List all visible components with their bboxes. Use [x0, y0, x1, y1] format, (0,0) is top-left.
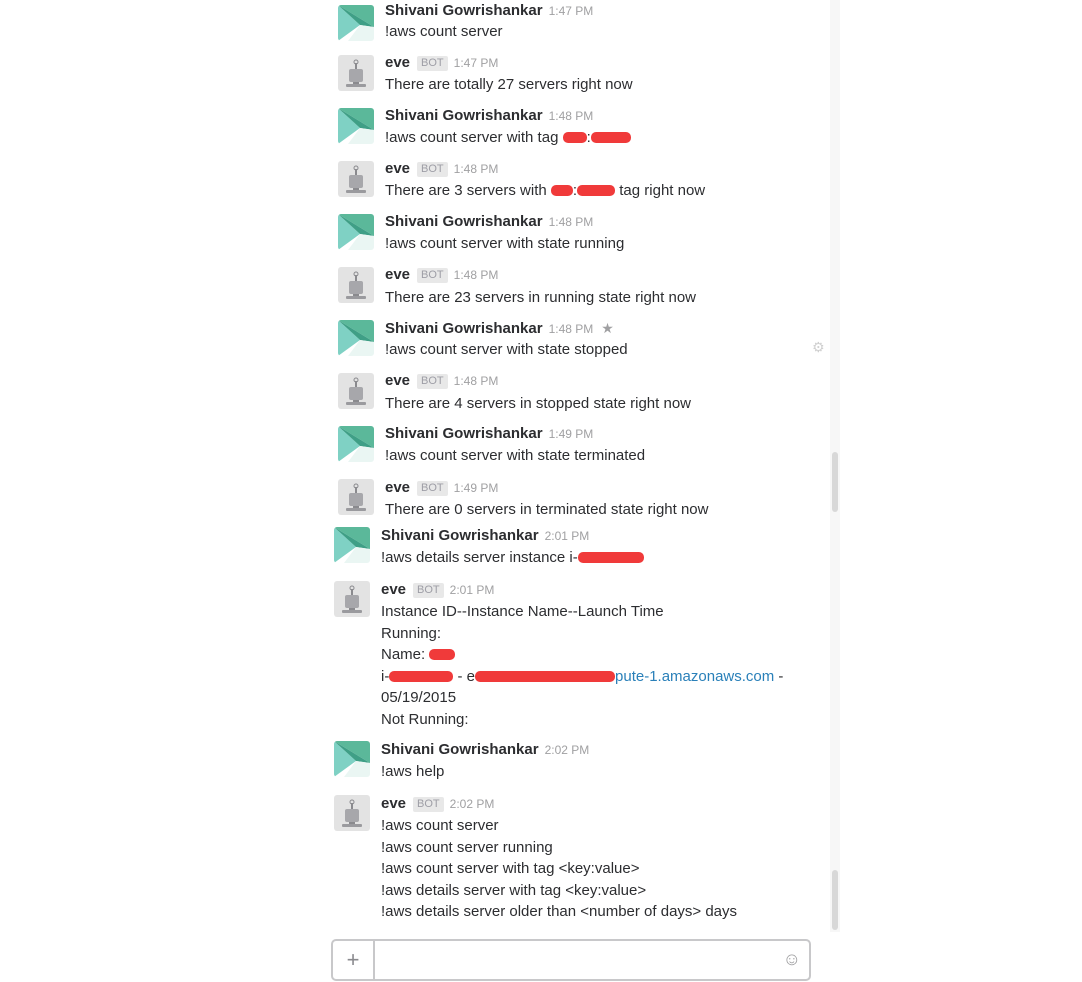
message-line: Not Running:: [381, 710, 469, 728]
timestamp[interactable]: 1:47 PM: [454, 56, 499, 70]
timestamp[interactable]: 1:47 PM: [549, 4, 594, 18]
emoji-icon[interactable]: ☺: [783, 949, 801, 969]
sender-name[interactable]: eve: [381, 581, 406, 598]
message-text-part: tag right now: [619, 182, 706, 199]
sender-name[interactable]: Shivani Gowrishankar: [385, 2, 543, 19]
message-text: There are totally 27 servers right now: [385, 76, 633, 93]
bot-avatar[interactable]: [338, 267, 374, 303]
message-text-part: !aws count server with tag: [385, 129, 559, 146]
sender-name[interactable]: Shivani Gowrishankar: [385, 320, 543, 337]
sender-name[interactable]: eve: [385, 160, 410, 177]
message-text-part: There are 3 servers with: [385, 182, 547, 199]
bot-badge: BOT: [413, 583, 444, 598]
message-line: Name:: [381, 644, 783, 666]
bot-avatar[interactable]: [338, 161, 374, 197]
sender-name[interactable]: Shivani Gowrishankar: [381, 527, 539, 544]
bot-badge: BOT: [417, 56, 448, 71]
timestamp[interactable]: 1:48 PM: [454, 374, 499, 388]
bot-badge: BOT: [417, 374, 448, 389]
message-text-part: - e: [457, 667, 476, 685]
message-text: !aws count server !aws count server runn…: [381, 815, 737, 923]
redaction-mark: [577, 185, 616, 196]
bot-avatar[interactable]: [334, 581, 370, 617]
plus-icon[interactable]: +: [333, 941, 375, 979]
redaction-mark: [577, 552, 644, 563]
message-text: There are 0 servers in terminated state …: [385, 501, 709, 518]
message-text: There are 4 servers in stopped state rig…: [385, 395, 691, 412]
message-text: There are 23 servers in running state ri…: [385, 289, 696, 306]
message-line: !aws details server with tag <key:value>: [381, 881, 647, 899]
message-text: !aws help: [381, 763, 445, 780]
sender-name[interactable]: Shivani Gowrishankar: [385, 213, 543, 230]
message-text: !aws count server with state stopped: [385, 341, 628, 358]
timestamp[interactable]: 1:48 PM: [549, 109, 594, 123]
star-icon[interactable]: ★: [601, 320, 614, 336]
sender-name[interactable]: eve: [385, 372, 410, 389]
timestamp[interactable]: 2:01 PM: [450, 583, 495, 597]
timestamp[interactable]: 1:49 PM: [454, 481, 499, 495]
user-avatar[interactable]: [338, 214, 374, 250]
message-line: !aws count server: [381, 817, 499, 834]
message-line: i- - e pute-1.amazonaws.com -: [381, 666, 783, 688]
gear-icon[interactable]: ⚙: [812, 339, 825, 356]
message-line: Instance ID--Instance Name--Launch Time: [381, 603, 664, 620]
sender-name[interactable]: Shivani Gowrishankar: [381, 741, 539, 758]
bot-badge: BOT: [417, 268, 448, 283]
message-text-part: -: [774, 667, 784, 685]
bot-avatar[interactable]: [338, 479, 374, 515]
message-text: !aws details server instance i-: [381, 547, 644, 569]
message-text: Instance ID--Instance Name--Launch Time …: [381, 601, 783, 730]
sender-name[interactable]: Shivani Gowrishankar: [385, 425, 543, 442]
message-line: Running:: [381, 624, 442, 642]
bot-avatar[interactable]: [338, 55, 374, 91]
message-input[interactable]: [377, 941, 769, 981]
timestamp[interactable]: 1:48 PM: [454, 268, 499, 282]
timestamp[interactable]: 1:48 PM: [549, 215, 594, 229]
bot-avatar[interactable]: [338, 373, 374, 409]
message-line: !aws count server with tag <key:value>: [381, 860, 640, 877]
message-line: !aws count server running: [381, 838, 553, 856]
redaction-mark: [550, 185, 573, 196]
hostname-link[interactable]: pute-1.amazonaws.com: [615, 668, 774, 685]
timestamp[interactable]: 1:48 PM: [454, 162, 499, 176]
message-text: !aws count server with state running: [385, 235, 625, 252]
redaction-mark: [429, 649, 456, 660]
user-avatar[interactable]: [338, 5, 374, 41]
message-text: !aws count server: [385, 23, 503, 40]
message-composer: + ☺: [331, 939, 811, 981]
bot-badge: BOT: [417, 481, 448, 496]
sender-name[interactable]: eve: [385, 54, 410, 71]
user-avatar[interactable]: [338, 426, 374, 462]
message-text: There are 3 servers with : tag right now: [385, 180, 705, 202]
timestamp[interactable]: 1:48 PM: [549, 322, 594, 336]
redaction-mark: [389, 670, 454, 682]
timestamp[interactable]: 2:01 PM: [545, 529, 590, 543]
sender-name[interactable]: Shivani Gowrishankar: [385, 107, 543, 124]
redaction-mark: [590, 132, 631, 143]
user-avatar[interactable]: [338, 320, 374, 356]
message-text-part: i-: [381, 667, 390, 685]
sender-name[interactable]: eve: [381, 795, 406, 812]
scrollbar-thumb[interactable]: [832, 452, 838, 512]
message-text-part: Name:: [381, 646, 426, 663]
message-text: !aws count server with tag :: [385, 127, 631, 149]
bot-badge: BOT: [417, 162, 448, 177]
message-text: !aws count server with state terminated: [385, 447, 646, 464]
message-line: 05/19/2015: [381, 689, 457, 706]
bot-badge: BOT: [413, 797, 444, 812]
redaction-mark: [562, 132, 587, 143]
message-text-part: !aws details server instance i-: [381, 549, 578, 566]
scrollbar-thumb-lower[interactable]: [832, 870, 838, 930]
timestamp[interactable]: 1:49 PM: [549, 427, 594, 441]
sender-name[interactable]: eve: [385, 479, 410, 496]
user-avatar[interactable]: [334, 527, 370, 563]
message-line: !aws details server older than <number o…: [381, 903, 738, 920]
user-avatar[interactable]: [334, 741, 370, 777]
sender-name[interactable]: eve: [385, 266, 410, 283]
timestamp[interactable]: 2:02 PM: [450, 797, 495, 811]
user-avatar[interactable]: [338, 108, 374, 144]
timestamp[interactable]: 2:02 PM: [545, 743, 590, 757]
redaction-mark: [475, 670, 616, 682]
bot-avatar[interactable]: [334, 795, 370, 831]
